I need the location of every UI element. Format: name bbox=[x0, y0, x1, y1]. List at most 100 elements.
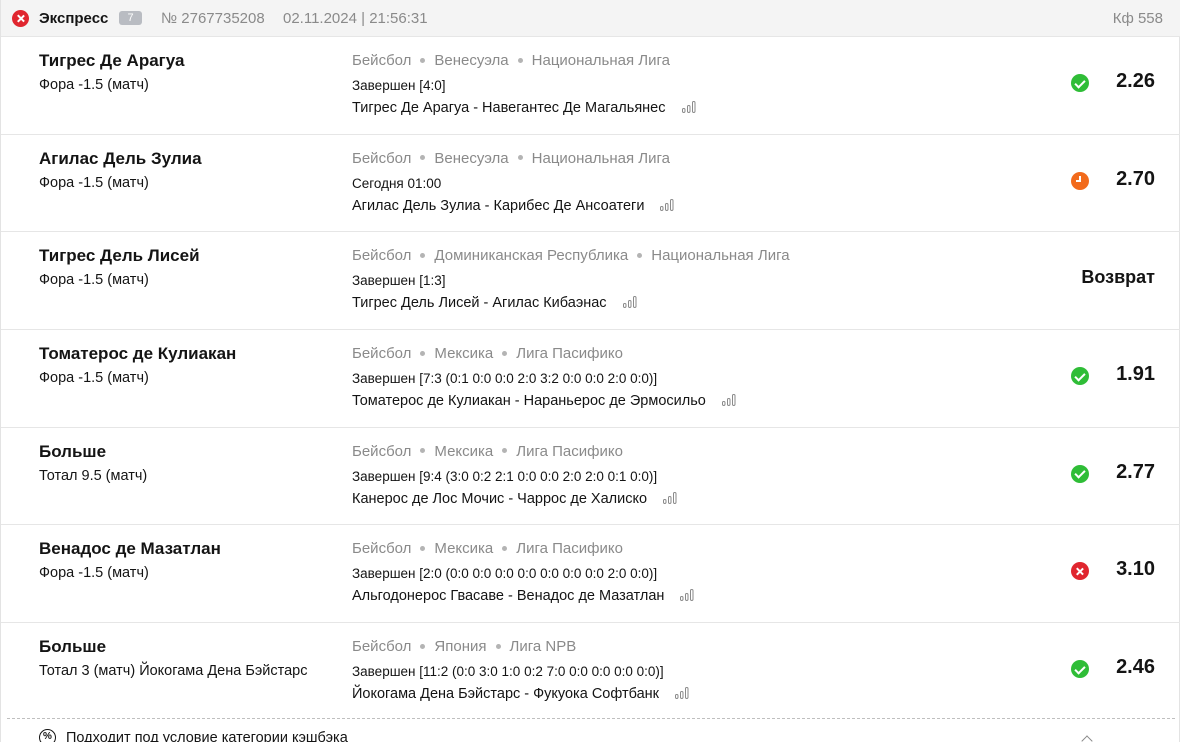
separator-dot bbox=[420, 643, 426, 649]
separator-dot bbox=[502, 350, 508, 356]
event-match: Агилас Дель Зулиа - Карибес Де Ансоатеги bbox=[352, 198, 674, 214]
bet-header[interactable]: Экспресс 7 № 2767735208 02.11.2024 | 21:… bbox=[1, 0, 1180, 37]
selection-odds: 3.10 bbox=[1116, 558, 1155, 581]
selection-outcome: Венадос де Мазатлан bbox=[39, 539, 221, 559]
cashback-note: Подходит под условие категории кэшбэка bbox=[66, 730, 348, 742]
event-match: Тигрес Дель Лисей - Агилас Кибаэнас bbox=[352, 295, 637, 311]
event-sport: Бейсбол bbox=[352, 638, 412, 656]
chevron-up-icon[interactable] bbox=[1081, 735, 1093, 742]
separator-dot bbox=[420, 252, 426, 258]
event-state: Завершен [2:0 (0:0 0:0 0:0 0:0 0:0 0:0 0… bbox=[352, 566, 658, 582]
selection-refund-status: Возврат bbox=[1081, 267, 1155, 288]
result-win-icon bbox=[1071, 74, 1089, 92]
result-win-icon bbox=[1071, 367, 1089, 386]
event-sport: Бейсбол bbox=[352, 52, 412, 69]
event-path: Бейсбол Мексика Лига Пасифико bbox=[352, 443, 623, 460]
separator-dot bbox=[517, 57, 523, 63]
separator-dot bbox=[637, 252, 643, 258]
event-match: Альгодонерос Гвасаве - Венадос де Мазатл… bbox=[352, 588, 694, 604]
selection-row[interactable]: Больше Тотал 9.5 (матч) Бейсбол Мексика Ли… bbox=[1, 428, 1180, 526]
result-win-icon bbox=[1071, 464, 1089, 483]
event-match-title[interactable]: Томатерос де Кулиакан - Нараньерос де Эр… bbox=[352, 393, 706, 409]
event-path: Бейсбол Мексика Лига Пасифико bbox=[352, 540, 623, 557]
selection-row[interactable]: Больше Тотал 3 (матч) Йокогама Дена Бэйс… bbox=[1, 623, 1180, 721]
separator-dot bbox=[420, 545, 426, 551]
event-country: Мексика bbox=[434, 442, 494, 460]
event-path: Бейсбол Венесуэла Национальная Лига bbox=[352, 52, 670, 69]
event-sport: Бейсбол bbox=[352, 345, 412, 363]
event-match: Йокогама Дена Бэйстарс - Фукуока Софтбан… bbox=[352, 686, 689, 702]
selection-row[interactable]: Тигрес Де Арагуа Фора -1.5 (матч) Бейсбо… bbox=[1, 37, 1180, 135]
selection-outcome: Тигрес Дель Лисей bbox=[39, 246, 200, 266]
cashback-percent-icon: % bbox=[39, 729, 56, 742]
bet-lost-icon bbox=[12, 10, 29, 27]
selection-row[interactable]: Агилас Дель Зулиа Фора -1.5 (матч) Бейсб… bbox=[1, 135, 1180, 233]
event-state: Завершен [4:0] bbox=[352, 78, 446, 93]
total-coefficient: Кф 558 bbox=[1112, 10, 1163, 27]
event-league: Национальная Лига bbox=[531, 149, 670, 167]
stats-icon[interactable] bbox=[660, 198, 674, 211]
separator-dot bbox=[420, 448, 426, 454]
event-state: Завершен [9:4 (3:0 0:2 2:1 0:0 0:0 2:0 2… bbox=[352, 468, 658, 484]
selection-outcome: Больше bbox=[39, 637, 107, 657]
selection-odds: 2.70 bbox=[1116, 167, 1155, 190]
stats-icon[interactable] bbox=[681, 101, 696, 113]
selection-odds: 2.77 bbox=[1116, 460, 1155, 483]
selection-row[interactable]: Томатерос де Кулиакан Фора -1.5 (матч) Б… bbox=[1, 330, 1180, 428]
stats-icon[interactable] bbox=[663, 491, 677, 504]
event-match: Томатерос де Кулиакан - Нараньерос де Эр… bbox=[352, 393, 736, 409]
stats-icon[interactable] bbox=[721, 394, 736, 407]
selection-outcome: Тигрес Де Арагуа bbox=[39, 51, 185, 70]
event-path: Бейсбол Мексика Лига Пасифико bbox=[352, 345, 623, 362]
selection-odds: 1.91 bbox=[1116, 363, 1155, 386]
event-match: Тигрес Де Арагуа - Навегантес Де Магалья… bbox=[352, 100, 696, 116]
event-sport: Бейсбол bbox=[352, 442, 412, 460]
result-win-icon bbox=[1071, 660, 1089, 679]
event-match-title[interactable]: Канерос де Лос Мочис - Чаррос де Халиско bbox=[352, 491, 647, 507]
stats-icon[interactable] bbox=[680, 589, 694, 602]
event-league: Лига Пасифико bbox=[516, 345, 623, 363]
selections-list: Тигрес Де Арагуа Фора -1.5 (матч) Бейсбо… bbox=[1, 37, 1180, 721]
result-pending-clock-icon bbox=[1071, 171, 1089, 190]
event-match-title[interactable]: Альгодонерос Гвасаве - Венадос де Мазатл… bbox=[352, 588, 664, 604]
selection-row[interactable]: Тигрес Дель Лисей Фора -1.5 (матч) Бейсб… bbox=[1, 232, 1180, 331]
selection-market: Фора -1.5 (матч) bbox=[39, 272, 149, 289]
event-league: Лига Пасифико bbox=[516, 540, 623, 558]
event-state: Завершен [11:2 (0:0 3:0 1:0 0:2 7:0 0:0 … bbox=[352, 664, 664, 680]
event-league: Лига NPB bbox=[509, 638, 577, 656]
selection-market: Фора -1.5 (матч) bbox=[39, 370, 149, 387]
selection-market: Тотал 3 (матч) Йокогама Дена Бэйстарс bbox=[39, 663, 308, 680]
bet-card: Экспресс 7 № 2767735208 02.11.2024 | 21:… bbox=[0, 0, 1180, 742]
separator-dot bbox=[495, 643, 501, 649]
stats-icon[interactable] bbox=[622, 296, 637, 309]
stats-icon[interactable] bbox=[675, 687, 689, 700]
event-match-title[interactable]: Агилас Дель Зулиа - Карибес Де Ансоатеги bbox=[352, 198, 644, 214]
separator-dot bbox=[502, 448, 508, 454]
event-match-title[interactable]: Тигрес Де Арагуа - Навегантес Де Магалья… bbox=[352, 100, 666, 116]
footer-divider bbox=[7, 718, 1175, 719]
event-match: Канерос де Лос Мочис - Чаррос де Халиско bbox=[352, 491, 677, 507]
bet-type: Экспресс bbox=[39, 10, 109, 27]
event-path: Бейсбол Венесуэла Национальная Лига bbox=[352, 150, 670, 167]
event-league: Лига Пасифико bbox=[516, 442, 623, 460]
event-path: Бейсбол Япония Лига NPB bbox=[352, 638, 576, 655]
event-country: Мексика bbox=[434, 540, 494, 558]
event-match-title[interactable]: Йокогама Дена Бэйстарс - Фукуока Софтбан… bbox=[352, 686, 659, 702]
event-state: Сегодня 01:00 bbox=[352, 175, 442, 191]
separator-dot bbox=[420, 350, 426, 356]
selections-count-badge: 7 bbox=[119, 11, 142, 25]
selection-odds: 2.26 bbox=[1116, 70, 1155, 92]
event-league: Национальная Лига bbox=[651, 247, 790, 265]
selection-odds: 2.46 bbox=[1116, 656, 1155, 679]
selection-market: Фора -1.5 (матч) bbox=[39, 174, 149, 191]
event-sport: Бейсбол bbox=[352, 149, 412, 167]
selection-outcome: Томатерос де Кулиакан bbox=[39, 344, 237, 364]
event-country: Мексика bbox=[434, 345, 494, 363]
selection-row[interactable]: Венадос де Мазатлан Фора -1.5 (матч) Бей… bbox=[1, 525, 1180, 624]
event-path: Бейсбол Доминиканская Республика Националь… bbox=[352, 247, 790, 264]
event-state: Завершен [7:3 (0:1 0:0 0:0 2:0 3:2 0:0 0… bbox=[352, 371, 658, 387]
event-match-title[interactable]: Тигрес Дель Лисей - Агилас Кибаэнас bbox=[352, 295, 607, 311]
separator-dot bbox=[517, 155, 523, 161]
event-sport: Бейсбол bbox=[352, 540, 412, 558]
event-league: Национальная Лига bbox=[531, 52, 670, 69]
